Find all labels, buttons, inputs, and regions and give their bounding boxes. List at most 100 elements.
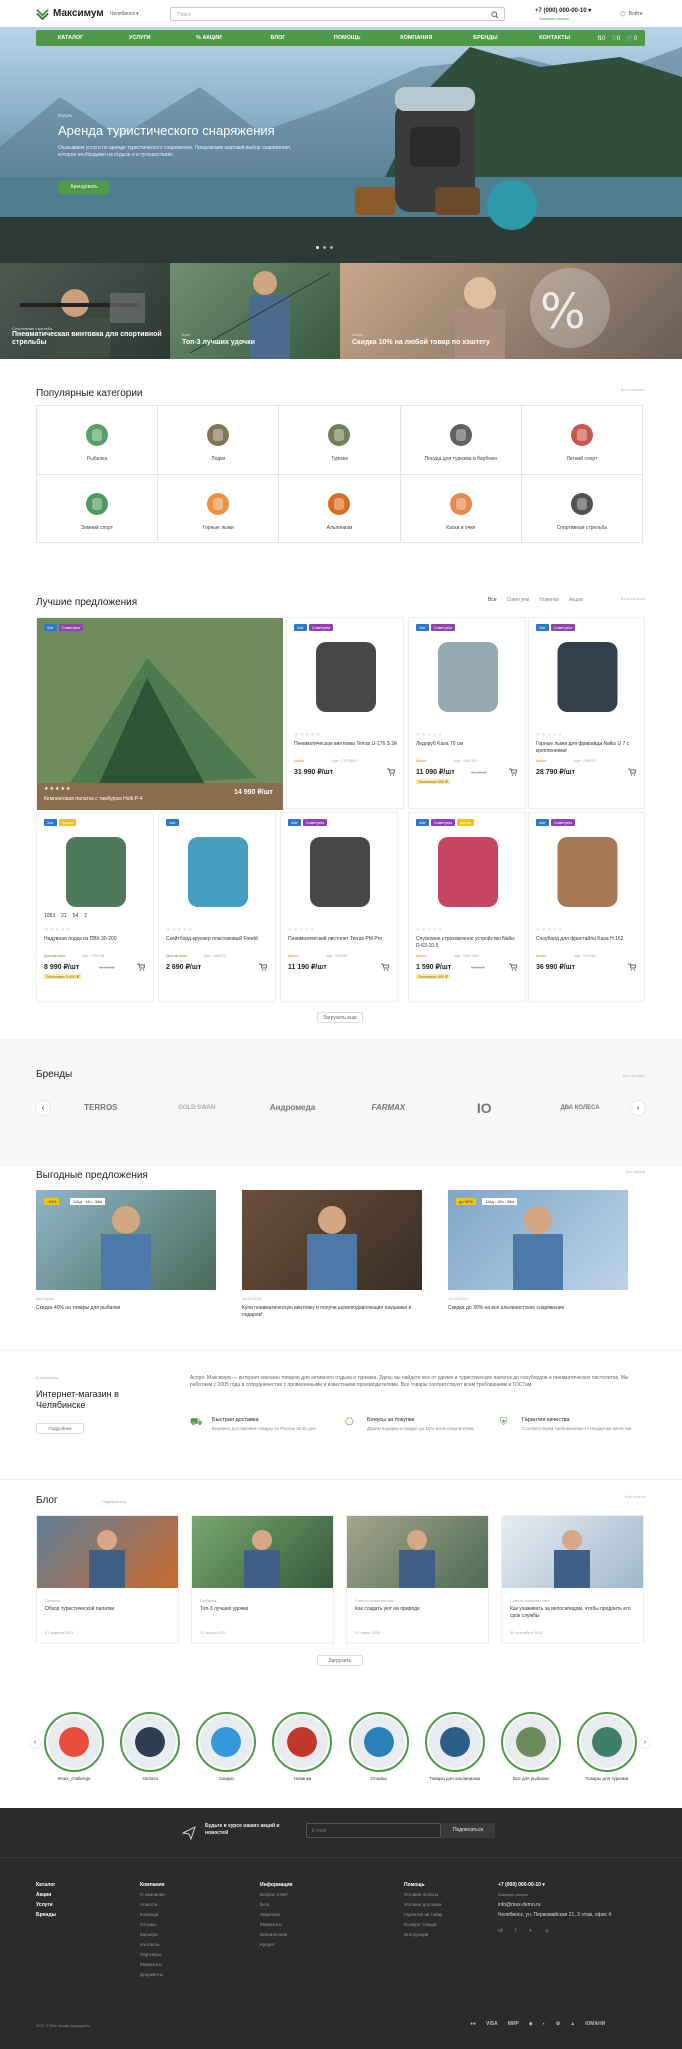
tab-all[interactable]: Все xyxy=(488,597,497,603)
footer-link[interactable]: Документы xyxy=(140,1970,165,1980)
blog-load-button[interactable]: Загрузить xyxy=(317,1655,363,1666)
footer-col-title[interactable]: Компания xyxy=(140,1880,165,1890)
nav-contacts[interactable]: Контакты xyxy=(520,35,589,41)
product-name[interactable]: Скейтборд-круизер пластиковый Freeld xyxy=(166,936,271,943)
category-card[interactable]: Летний спорт xyxy=(521,406,643,475)
nav-company[interactable]: Компания xyxy=(382,35,451,41)
product-card[interactable]: Хит Советуем Кемпинговая палатка с тамбуро… xyxy=(36,617,283,810)
product-name[interactable]: Сноуборд для фристайла Kasa H 162 xyxy=(536,936,641,943)
product-card[interactable]: Хит Советуем ★★★★★ Сноуборд для фристайла K… xyxy=(528,812,645,1002)
story-item[interactable]: Отзывы xyxy=(348,1712,409,1781)
product-card[interactable]: Хит Акция 1053 21 54 2 ★★★★★ Надувная лодка из … xyxy=(36,812,154,1002)
add-to-cart-icon[interactable] xyxy=(381,963,389,971)
add-to-cart-icon[interactable] xyxy=(259,963,267,971)
footer-link[interactable]: Безналичная xyxy=(260,1930,292,1940)
footer-link[interactable]: Акции xyxy=(36,1890,56,1900)
story-item[interactable]: Оплата xyxy=(120,1712,181,1781)
add-to-cart-icon[interactable] xyxy=(387,768,395,776)
tab-recommended[interactable]: Советуем xyxy=(507,597,530,603)
banner-rifle[interactable]: Спортивная стрельба Пневматическая винто… xyxy=(0,263,170,359)
footer-link[interactable]: Реквизиты xyxy=(260,1920,292,1930)
footer-link[interactable]: Условия доставки xyxy=(404,1900,443,1910)
banner-discount[interactable]: % Акция Скидка 10% на любой товар по хэш… xyxy=(340,263,682,359)
add-to-cart-icon[interactable] xyxy=(509,768,517,776)
slider-dots[interactable] xyxy=(316,246,333,249)
product-card[interactable]: Хит Советуем ★★★★★ Пневматическая винтовка … xyxy=(286,617,404,809)
category-card[interactable]: Лодки xyxy=(158,406,280,475)
footer-link[interactable]: Партнеры xyxy=(140,1950,165,1960)
footer-link[interactable]: Реквизиты xyxy=(140,1960,165,1970)
city-selector[interactable]: Челябинск ▾ xyxy=(110,11,139,17)
prev-arrow-icon[interactable]: ‹ xyxy=(30,1738,40,1748)
add-to-cart-icon[interactable] xyxy=(628,963,636,971)
vk-icon[interactable]: vk xyxy=(498,1926,503,1936)
brand-logo[interactable]: TERROS xyxy=(56,1103,146,1112)
story-item[interactable]: Товары для туризма xyxy=(576,1712,637,1781)
promo-card[interactable]: 14.04.2021 Купи пневматическую винтовку и… xyxy=(242,1190,422,1319)
nav-help[interactable]: Помощь xyxy=(313,35,382,41)
callback-link[interactable]: Заказать звонок xyxy=(539,16,569,21)
subscribe-link[interactable]: Подписаться xyxy=(102,1499,126,1504)
brand-logo[interactable]: ДВА КОЛЕСА xyxy=(535,1105,625,1111)
blog-card[interactable]: Палатки Обзор туристической палатки 07 апр… xyxy=(36,1515,179,1644)
category-card[interactable]: Рыбалка xyxy=(37,406,159,475)
footer-link[interactable]: Каталог xyxy=(36,1880,56,1890)
nav-services[interactable]: Услуги xyxy=(105,35,174,41)
product-card[interactable]: Хит ★★★★★ Скейтборд-круизер пластиковый Fr… xyxy=(158,812,276,1002)
add-to-cart-icon[interactable] xyxy=(509,963,517,971)
product-card[interactable]: Хит Советуем ★★★★★ Горные лыжи для фрирайда… xyxy=(528,617,645,809)
footer-link[interactable]: Инструкции xyxy=(404,1930,443,1940)
footer-link[interactable]: Кредит xyxy=(260,1940,292,1950)
category-card[interactable]: Туризм xyxy=(279,406,401,475)
slide-dot[interactable] xyxy=(330,246,333,249)
add-to-cart-icon[interactable] xyxy=(628,768,636,776)
promo-card[interactable]: -40% 116д : 14ч : 38м Без срока Скидка 40% … xyxy=(36,1190,216,1312)
facebook-icon[interactable]: f xyxy=(515,1926,516,1936)
nav-catalog[interactable]: Каталог xyxy=(36,35,105,41)
search-icon[interactable] xyxy=(491,11,499,19)
instagram-icon[interactable]: ◎ xyxy=(545,1926,549,1936)
blog-card[interactable]: Рыбалка Топ-3 лучших удочки 17 марта 2021 xyxy=(191,1515,334,1644)
add-to-cart-icon[interactable] xyxy=(137,963,145,971)
footer-link[interactable]: Условия оплаты xyxy=(404,1890,443,1900)
subscribe-button[interactable]: Подписаться xyxy=(441,1823,495,1838)
search-input[interactable]: Поиск xyxy=(170,7,505,21)
footer-email[interactable]: info@max-demo.ru xyxy=(498,1900,611,1910)
all-promos-link[interactable]: Все акции xyxy=(626,1169,645,1174)
product-name[interactable]: Пневматический пистолет Terras PM Pro xyxy=(288,936,393,943)
blog-card[interactable]: Советы покупателям Как ухаживать за велос… xyxy=(501,1515,644,1644)
category-card[interactable]: Горные лыжи xyxy=(158,474,280,543)
slide-dot[interactable] xyxy=(323,246,326,249)
about-more-button[interactable]: Подробнее xyxy=(36,1423,84,1434)
story-item[interactable]: Скидки xyxy=(196,1712,257,1781)
footer-phone[interactable]: +7 (000) 000-00-10 ▾ xyxy=(498,1880,611,1890)
product-name[interactable]: Пневматическая винтовка Terras U-176 S 2… xyxy=(294,741,399,748)
footer-link[interactable]: Услуги xyxy=(36,1900,56,1910)
footer-col-title[interactable]: Информация xyxy=(260,1880,292,1890)
footer-link[interactable]: Новости xyxy=(140,1900,165,1910)
rent-button[interactable]: Арендовать xyxy=(58,181,110,194)
blog-title[interactable]: Топ-3 лучших удочки xyxy=(200,1606,325,1613)
logo[interactable]: Максимум xyxy=(36,7,104,20)
product-card[interactable]: Хит Советуем Акция ★★★★★ Спусковое страховоч… xyxy=(408,812,526,1002)
product-card[interactable]: Хит Советуем ★★★★★ Пневматический пистолет … xyxy=(280,812,398,1002)
tab-new[interactable]: Новинки xyxy=(539,597,559,603)
favorites-icon[interactable]: ♡0 xyxy=(612,35,621,42)
prev-arrow-icon[interactable]: ‹ xyxy=(36,1100,50,1115)
all-catalog-link[interactable]: Весь каталог xyxy=(621,387,645,392)
category-card[interactable]: Посуда для туризма и барбекю xyxy=(400,406,522,475)
footer-link[interactable]: Блог xyxy=(260,1900,292,1910)
footer-link[interactable]: Гарантия на товар xyxy=(404,1910,443,1920)
product-name[interactable]: Ледоруб Kasa 70 см xyxy=(416,741,521,748)
footer-link[interactable]: Лицензии xyxy=(260,1910,292,1920)
all-brands-link[interactable]: Все бренды xyxy=(623,1073,645,1078)
product-card[interactable]: Хит Советуем ★★★★★ Ледоруб Kasa 70 см Мало Ар… xyxy=(408,617,526,809)
product-name[interactable]: Спусковое страховочное устройство Nalks … xyxy=(416,936,521,950)
compare-icon[interactable]: ⇅0 xyxy=(597,35,605,42)
footer-link[interactable]: Бренды xyxy=(36,1910,56,1920)
nav-brands[interactable]: Бренды xyxy=(451,35,520,41)
promo-card[interactable]: до 30% 116д : 15ч : 38м 14.04.2021 Скидка д… xyxy=(448,1190,628,1312)
category-card[interactable]: Зимний спорт xyxy=(37,474,159,543)
story-item[interactable]: Новинки xyxy=(272,1712,333,1781)
login-button[interactable]: ◯ Войти xyxy=(620,11,643,17)
